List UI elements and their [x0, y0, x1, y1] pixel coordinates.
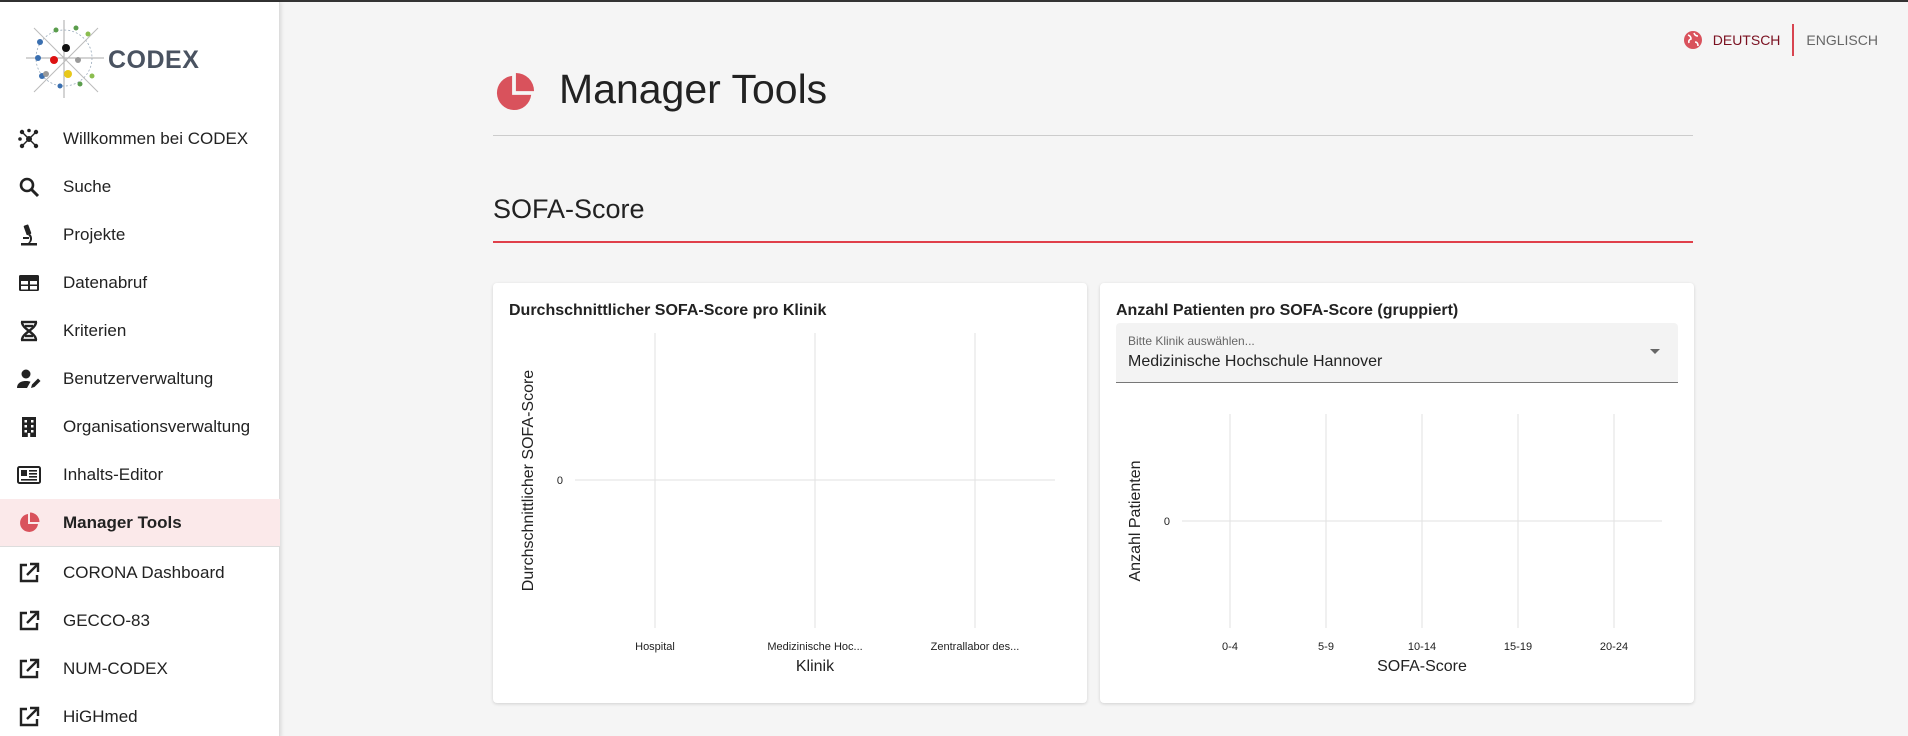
sidebar-item-label: Organisationsverwaltung [63, 417, 251, 436]
globe-icon [1683, 30, 1703, 50]
sidebar-item-label: Projekte [63, 225, 126, 244]
x-tick-label: Zentrallabor des... [931, 641, 1020, 653]
building-icon [17, 415, 41, 439]
sidebar-link-corona-dashboard[interactable]: CORONA Dashboard [0, 549, 280, 597]
x-axis-label: SOFA-Score [1377, 658, 1467, 675]
sidebar-item-label: Manager Tools [63, 512, 182, 532]
newspaper-icon [17, 463, 41, 487]
user-edit-icon [17, 367, 41, 391]
sidebar-link-num-codex[interactable]: NUM-CODEX [0, 645, 280, 693]
sidebar-item-label: Suche [63, 177, 112, 196]
sidebar-link-label: CORONA Dashboard [63, 563, 225, 582]
y-tick-label: 0 [557, 475, 563, 487]
sidebar-item-label: Inhalts-Editor [63, 465, 164, 484]
sidebar-item-benutzerverwaltung[interactable]: Benutzerverwaltung [0, 355, 280, 403]
sidebar-item-organisationsverwaltung[interactable]: Organisationsverwaltung [0, 403, 280, 451]
page-title: Manager Tools [559, 66, 828, 112]
external-link-icon [17, 561, 41, 585]
chart-card-avg-sofa: Durchschnittlicher SOFA-Score pro Klinik… [493, 283, 1087, 703]
sidebar-item-label: Willkommen bei CODEX [63, 129, 249, 148]
sidebar-item-kriterien[interactable]: Kriterien [0, 307, 280, 355]
network-icon [17, 127, 41, 151]
sidebar-link-label: HiGHmed [63, 707, 138, 726]
sidebar-item-inhalts-editor[interactable]: Inhalts-Editor [0, 451, 280, 499]
y-tick-label: 0 [1164, 516, 1170, 528]
x-tick-label: Medizinische Hoc... [767, 641, 862, 653]
sidebar-item-suche[interactable]: Suche [0, 163, 280, 211]
x-tick-label: 10-14 [1408, 641, 1436, 653]
search-icon [17, 175, 41, 199]
page-header: Manager Tools [493, 62, 1693, 136]
microscope-icon [17, 223, 41, 247]
patients-per-sofa-chart: 0-4 5-9 10-14 15-19 20-24 0 SOFA-Score Anzahl P… [1127, 414, 1662, 675]
sidebar-item-label: Benutzerverwaltung [63, 369, 214, 388]
sidebar-item-manager-tools[interactable]: Manager Tools [0, 499, 280, 547]
sidebar-item-datenabruf[interactable]: Datenabruf [0, 259, 280, 307]
dna-icon [17, 319, 41, 343]
sidebar-link-label: NUM-CODEX [63, 659, 168, 678]
language-englisch[interactable]: ENGLISCH [1794, 24, 1878, 56]
logo-text: CODEX [108, 46, 200, 74]
x-tick-label: Hospital [635, 641, 675, 653]
x-tick-label: 20-24 [1600, 641, 1628, 653]
sidebar-link-gecco-83[interactable]: GECCO-83 [0, 597, 280, 645]
x-tick-label: 5-9 [1318, 641, 1334, 653]
sidebar-item-label: Kriterien [63, 321, 127, 340]
codex-logo[interactable]: CODEX [26, 20, 206, 100]
chart-card-patients-per-sofa: Anzahl Patienten pro SOFA-Score (gruppie… [1100, 283, 1694, 703]
x-tick-label: 0-4 [1222, 641, 1238, 653]
language-deutsch[interactable]: DEUTSCH [1713, 24, 1795, 56]
y-axis-label: Anzahl Patienten [1127, 461, 1144, 582]
codex-logo-icon [26, 20, 104, 98]
sidebar: CODEX Willkommen bei CODEX Suche Projekt… [0, 2, 280, 736]
sidebar-item-label: Datenabruf [63, 273, 148, 292]
pie-chart-icon [493, 72, 535, 114]
x-tick-label: 15-19 [1504, 641, 1532, 653]
sidebar-link-highmed[interactable]: HiGHmed [0, 693, 280, 736]
sidebar-link-label: GECCO-83 [63, 611, 150, 630]
sidebar-nav: Willkommen bei CODEX Suche Projekte Date… [0, 115, 280, 736]
language-switcher: DEUTSCH ENGLISCH [1683, 24, 1878, 56]
section-title: SOFA-Score [493, 194, 1693, 243]
external-link-icon [17, 705, 41, 729]
external-link-icon [17, 609, 41, 633]
sidebar-item-projekte[interactable]: Projekte [0, 211, 280, 259]
x-axis-label: Klinik [796, 658, 835, 675]
sidebar-item-willkommen[interactable]: Willkommen bei CODEX [0, 115, 280, 163]
external-link-icon [17, 657, 41, 681]
avg-sofa-chart: Hospital Medizinische Hoc... Zentrallabor … [520, 333, 1055, 675]
pie-chart-icon [17, 511, 41, 535]
y-axis-label: Durchschnittlicher SOFA-Score [520, 370, 537, 592]
table-icon [17, 271, 41, 295]
